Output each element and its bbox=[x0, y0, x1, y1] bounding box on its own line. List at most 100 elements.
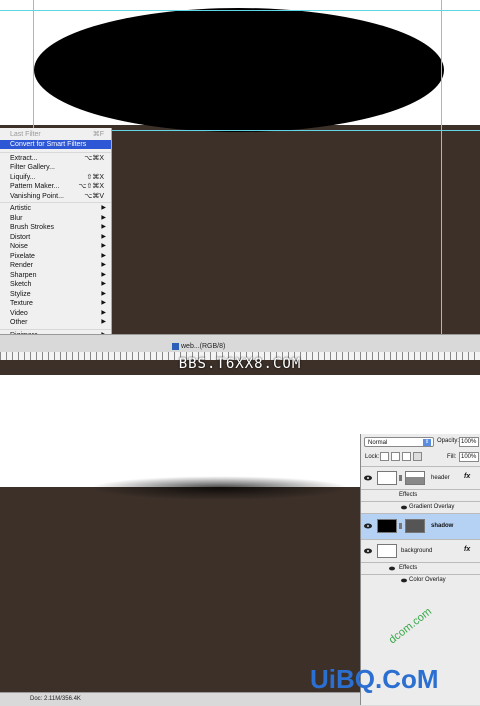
menu-item[interactable]: Noise ▶ bbox=[0, 242, 111, 251]
document-tab[interactable]: web...(RGB/8) bbox=[172, 341, 225, 352]
fx-icon[interactable]: fx bbox=[464, 546, 470, 553]
lock-label: Lock: bbox=[365, 454, 380, 460]
menu-item-label: Brush Strokes bbox=[10, 224, 54, 231]
submenu-arrow-icon: ▶ bbox=[101, 319, 106, 325]
menu-separator bbox=[0, 151, 111, 153]
document-size-info[interactable]: Doc: 2.11M/356.4K bbox=[30, 693, 81, 705]
menu-item[interactable]: Brush Strokes ▶ bbox=[0, 223, 111, 232]
menu-item[interactable]: Vanishing Point... ⌥⌘V bbox=[0, 192, 111, 201]
guide-line-vertical[interactable] bbox=[441, 0, 442, 340]
lock-transparency-icon[interactable] bbox=[380, 452, 389, 461]
menu-item-label: Sketch bbox=[10, 281, 32, 288]
eye-icon[interactable] bbox=[364, 548, 372, 554]
fx-icon[interactable]: fx bbox=[464, 473, 470, 480]
effect-row[interactable]: Color Overlay bbox=[361, 574, 480, 586]
menu-item[interactable]: Video ▶ bbox=[0, 309, 111, 318]
blend-mode-value: Normal bbox=[368, 440, 388, 446]
chevron-updown-icon: ⇕ bbox=[423, 439, 431, 446]
black-ellipse-shape[interactable] bbox=[34, 8, 444, 132]
submenu-arrow-icon: ▶ bbox=[101, 243, 106, 249]
menu-item[interactable]: Texture ▶ bbox=[0, 299, 111, 308]
menu-item[interactable]: Sharpen ▶ bbox=[0, 271, 111, 280]
layer-row-background[interactable]: background fx bbox=[361, 539, 480, 562]
submenu-arrow-icon: ▶ bbox=[101, 300, 106, 306]
fill-input[interactable]: 100% bbox=[459, 452, 479, 462]
menu-item[interactable]: Artistic ▶ bbox=[0, 204, 111, 213]
menu-item[interactable]: Other ▶ bbox=[0, 318, 111, 327]
eye-icon[interactable] bbox=[401, 578, 409, 584]
watermark-logo: UiBQ.CoM bbox=[310, 664, 439, 694]
submenu-arrow-icon: ▶ bbox=[101, 262, 106, 268]
layer-row-header[interactable]: header fx bbox=[361, 466, 480, 489]
effect-name: Gradient Overlay bbox=[409, 504, 455, 510]
effects-row[interactable]: Effects bbox=[361, 489, 480, 501]
link-icon bbox=[399, 523, 402, 529]
eye-icon[interactable] bbox=[401, 505, 409, 511]
menu-item-label: Noise bbox=[10, 243, 28, 250]
menu-item-label: Blur bbox=[10, 214, 23, 222]
layer-name: background bbox=[401, 548, 433, 554]
eye-icon[interactable] bbox=[364, 523, 372, 529]
menu-item-label: Last Filter bbox=[10, 131, 41, 138]
menu-item-shortcut: ⇧⌘X bbox=[86, 173, 104, 181]
submenu-arrow-icon: ▶ bbox=[101, 290, 106, 297]
menu-item[interactable]: Extract... ⌥⌘X bbox=[0, 154, 111, 163]
menu-separator bbox=[0, 328, 111, 330]
submenu-arrow-icon: ▶ bbox=[101, 252, 106, 259]
effect-name: Color Overlay bbox=[409, 577, 446, 583]
menu-item[interactable]: Pixelate ▶ bbox=[0, 252, 111, 261]
guide-line-horizontal[interactable] bbox=[0, 10, 480, 11]
status-bar bbox=[0, 334, 480, 353]
menu-item[interactable]: Blur ▶ bbox=[0, 214, 111, 223]
lock-all-icon[interactable] bbox=[413, 452, 422, 461]
top-canvas[interactable]: Last Filter ⌘F Convert for Smart Filters Ex… bbox=[0, 0, 480, 375]
layer-thumbnail bbox=[377, 544, 397, 558]
submenu-arrow-icon: ▶ bbox=[101, 271, 106, 278]
submenu-arrow-icon: ▶ bbox=[101, 309, 106, 316]
submenu-arrow-icon: ▶ bbox=[101, 205, 106, 211]
effects-row[interactable]: Effects bbox=[361, 562, 480, 574]
menu-item-shortcut: ⌘F bbox=[92, 131, 104, 138]
lock-position-icon[interactable] bbox=[402, 452, 411, 461]
blend-mode-select[interactable]: Normal ⇕ bbox=[364, 437, 434, 447]
menu-item[interactable]: Distort ▶ bbox=[0, 233, 111, 242]
layer-thumbnail bbox=[377, 471, 397, 485]
fill-label: Fill: bbox=[447, 454, 457, 460]
opacity-label: Opacity: bbox=[437, 438, 460, 444]
watermark-text: BBS.T6XX8.COM bbox=[178, 356, 302, 372]
layer-thumbnail bbox=[377, 519, 397, 533]
submenu-arrow-icon: ▶ bbox=[101, 233, 106, 240]
layer-row-shadow[interactable]: shadow bbox=[361, 513, 480, 539]
effect-row[interactable]: Gradient Overlay bbox=[361, 501, 480, 513]
submenu-arrow-icon: ▶ bbox=[101, 214, 106, 221]
menu-item-label: Pattern Maker... bbox=[10, 183, 60, 190]
menu-item[interactable]: Stylize ▶ bbox=[0, 290, 111, 299]
document-icon bbox=[172, 342, 179, 350]
menu-item[interactable]: Convert for Smart Filters bbox=[0, 139, 111, 149]
menu-item[interactable]: Render ▶ bbox=[0, 261, 111, 270]
effects-label: Effects bbox=[399, 565, 418, 571]
mask-thumbnail bbox=[405, 471, 425, 485]
menu-item-label: Texture bbox=[10, 300, 33, 307]
menu-item: Last Filter ⌘F bbox=[0, 130, 111, 139]
menu-item-label: Filter Gallery... bbox=[10, 164, 55, 171]
menu-item-label: Distort bbox=[10, 233, 31, 241]
opacity-input[interactable]: 100% bbox=[459, 437, 479, 447]
menu-item[interactable]: Filter Gallery... bbox=[0, 163, 111, 172]
menu-item[interactable]: Sketch ▶ bbox=[0, 280, 111, 289]
mask-thumbnail bbox=[405, 519, 425, 533]
eye-icon[interactable] bbox=[364, 475, 372, 481]
layer-name: header bbox=[431, 475, 450, 481]
eye-icon[interactable] bbox=[389, 566, 397, 572]
effects-label: Effects bbox=[399, 492, 418, 498]
document-tab-label: web...(RGB/8) bbox=[181, 343, 226, 350]
menu-item-label: Convert for Smart Filters bbox=[10, 140, 87, 148]
menu-item-label: Liquify... bbox=[10, 173, 36, 181]
menu-item[interactable]: Liquify... ⇧⌘X bbox=[0, 173, 111, 182]
menu-item-label: Pixelate bbox=[10, 252, 35, 260]
lock-pixels-icon[interactable] bbox=[391, 452, 400, 461]
menu-separator bbox=[0, 202, 111, 203]
menu-item-label: Artistic bbox=[10, 205, 31, 212]
menu-item-label: Other bbox=[10, 319, 28, 326]
menu-item[interactable]: Pattern Maker... ⌥⇧⌘X bbox=[0, 182, 111, 191]
